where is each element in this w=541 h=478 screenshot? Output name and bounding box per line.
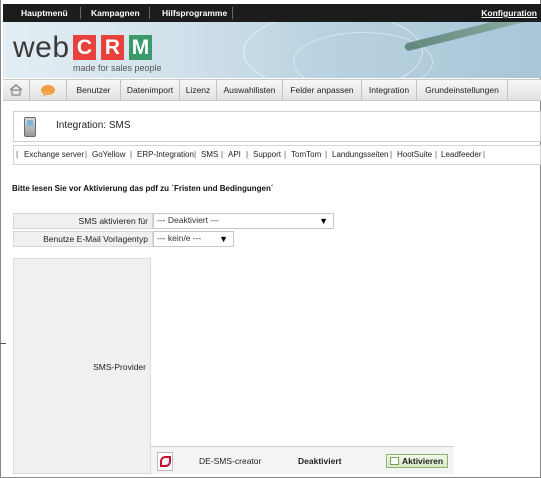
- sms-provider-label: SMS-Provider: [93, 362, 146, 372]
- page-title: Integration: SMS: [56, 120, 131, 131]
- menu-hilfsprogramme[interactable]: Hilfsprogramme: [156, 4, 233, 22]
- nav-benutzer[interactable]: Benutzer: [67, 80, 121, 101]
- nav-home[interactable]: [3, 80, 30, 101]
- checkbox-icon: [390, 457, 399, 465]
- logo-tagline: made for sales people: [73, 63, 162, 73]
- nav-integration[interactable]: Integration: [362, 80, 417, 101]
- logo-text: web: [13, 31, 70, 64]
- link-support[interactable]: Support: [253, 150, 281, 159]
- email-template-select[interactable]: --- kein/e --- ▼: [153, 231, 234, 247]
- menu-separator: [149, 7, 150, 19]
- link-leadfeeder[interactable]: Leadfeeder: [441, 150, 481, 159]
- provider-name: DE-SMS-creator: [199, 456, 262, 466]
- nav-datenimport[interactable]: Datenimport: [121, 80, 180, 101]
- link-api[interactable]: API: [228, 150, 241, 159]
- nav-chat[interactable]: ..: [30, 80, 67, 101]
- page-header: Integration: SMS: [13, 111, 541, 142]
- dropdown-arrow-icon: ▼: [219, 234, 228, 244]
- menu-hauptmenue[interactable]: Hauptmenü: [15, 4, 74, 22]
- svg-text:..: ..: [45, 87, 49, 95]
- provider-row: DE-SMS-creator Deaktiviert Aktivieren: [151, 446, 454, 474]
- integration-links: | Exchange server | GoYellow | ERP-Integ…: [13, 145, 541, 165]
- nav-grundeinstellungen[interactable]: Grundeinstellungen: [417, 80, 508, 101]
- mobile-phone-icon: [24, 117, 36, 137]
- link-tomtom[interactable]: TomTom: [291, 150, 321, 159]
- link-sms[interactable]: SMS: [201, 150, 218, 159]
- main-nav: .. Benutzer Datenimport Lizenz Auswahlli…: [3, 79, 541, 101]
- configuration-link[interactable]: Konfiguration: [481, 4, 537, 22]
- link-hootsuite[interactable]: HootSuite: [397, 150, 432, 159]
- pen-graphic: [403, 22, 533, 52]
- link-goyellow[interactable]: GoYellow: [92, 150, 126, 159]
- terms-notice[interactable]: Bitte lesen Sie vor Aktivierung das pdf …: [12, 184, 274, 193]
- sms-provider-label-cell: SMS-Provider: [13, 258, 151, 474]
- activate-button-label: Aktivieren: [402, 456, 444, 466]
- link-landungsseiten[interactable]: Landungsseiten: [332, 150, 389, 159]
- edge-marker: [0, 343, 6, 344]
- nav-auswahllisten[interactable]: Auswahllisten: [217, 80, 283, 101]
- pdf-icon[interactable]: [157, 452, 173, 471]
- menu-separator: [80, 7, 81, 19]
- logo-letter-c: C: [73, 35, 96, 60]
- menu-kampagnen[interactable]: Kampagnen: [85, 4, 146, 22]
- link-erp-integration[interactable]: ERP-Integration: [137, 150, 194, 159]
- dropdown-arrow-icon: ▼: [319, 216, 328, 226]
- provider-status: Deaktiviert: [298, 456, 342, 466]
- activate-sms-label: SMS aktivieren für: [13, 213, 153, 229]
- link-exchange-server[interactable]: Exchange server: [24, 150, 84, 159]
- activate-sms-select[interactable]: --- Deaktiviert --- ▼: [153, 213, 334, 229]
- logo-letter-m: M: [129, 35, 152, 60]
- chat-bubble-icon: ..: [41, 85, 55, 97]
- email-template-value: --- kein/e ---: [157, 233, 202, 243]
- nav-lizenz[interactable]: Lizenz: [180, 80, 217, 101]
- top-menu-bar: Hauptmenü Kampagnen Hilfsprogramme Konfi…: [3, 4, 541, 22]
- nav-felder-anpassen[interactable]: Felder anpassen: [283, 80, 362, 101]
- logo-letter-r: R: [101, 35, 124, 60]
- brand-banner: web C R M made for sales people: [3, 22, 541, 78]
- activate-sms-value: --- Deaktiviert ---: [157, 215, 219, 225]
- menu-separator: [232, 7, 233, 19]
- activate-button[interactable]: Aktivieren: [386, 454, 448, 468]
- home-icon: [9, 84, 23, 96]
- email-template-label: Benutze E-Mail Vorlagentyp: [13, 231, 153, 247]
